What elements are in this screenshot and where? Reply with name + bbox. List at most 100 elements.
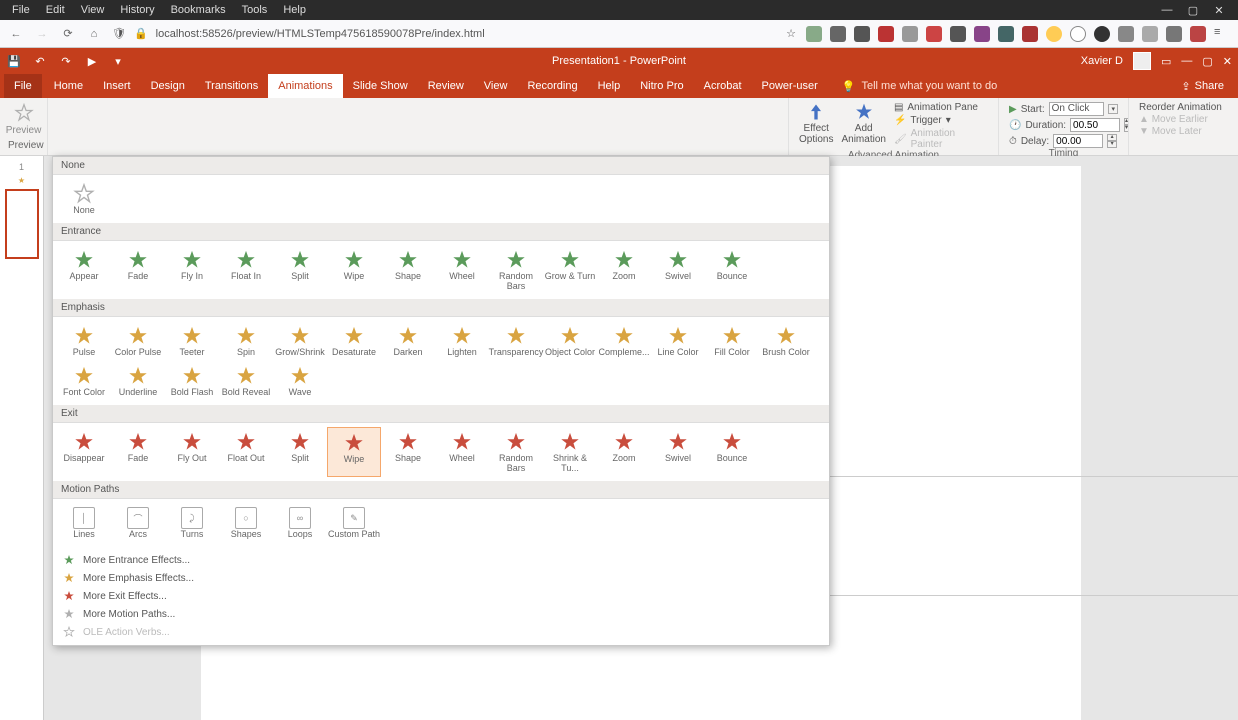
share-button[interactable]: ⇪ Share xyxy=(1167,80,1238,93)
tab-view[interactable]: View xyxy=(474,74,518,98)
ext-icon[interactable] xyxy=(974,26,990,42)
anim-emphasis-compleme-[interactable]: Compleme... xyxy=(597,321,651,361)
delay-input[interactable] xyxy=(1053,134,1103,148)
tab-acrobat[interactable]: Acrobat xyxy=(694,74,752,98)
anim-emphasis-grow-shrink[interactable]: Grow/Shrink xyxy=(273,321,327,361)
anim-motion-shapes[interactable]: ○Shapes xyxy=(219,503,273,543)
ribbon-display-icon[interactable]: ▭ xyxy=(1161,55,1171,68)
anim-exit-random-bars[interactable]: Random Bars xyxy=(489,427,543,477)
anim-entrance-shape[interactable]: Shape xyxy=(381,245,435,295)
tab-design[interactable]: Design xyxy=(141,74,195,98)
tab-file[interactable]: File xyxy=(4,74,42,98)
anim-motion-custom-path[interactable]: ✎Custom Path xyxy=(327,503,381,543)
anim-emphasis-darken[interactable]: Darken xyxy=(381,321,435,361)
move-later-button[interactable]: ▼ Move Later xyxy=(1139,126,1228,137)
anim-entrance-zoom[interactable]: Zoom xyxy=(597,245,651,295)
pp-maximize-icon[interactable]: ▢ xyxy=(1202,55,1212,68)
anim-none-none[interactable]: None xyxy=(57,179,111,219)
pp-close-icon[interactable]: ✕ xyxy=(1223,55,1232,68)
anim-emphasis-font-color[interactable]: Font Color xyxy=(57,361,111,401)
anim-exit-shape[interactable]: Shape xyxy=(381,427,435,477)
anim-exit-fly-out[interactable]: Fly Out xyxy=(165,427,219,477)
window-minimize-icon[interactable]: — xyxy=(1160,4,1174,17)
lock-icon[interactable]: 🔒 xyxy=(134,27,148,40)
tab-home[interactable]: Home xyxy=(44,74,93,98)
slide-thumbnail[interactable] xyxy=(5,189,39,259)
more-entrance-effects[interactable]: More Entrance Effects... xyxy=(53,551,829,569)
anim-exit-wipe[interactable]: Wipe xyxy=(327,427,381,477)
reload-icon[interactable]: ⟳ xyxy=(60,26,76,42)
slideshow-icon[interactable]: ▶ xyxy=(84,53,100,69)
redo-icon[interactable]: ↷ xyxy=(58,53,74,69)
anim-motion-lines[interactable]: │Lines xyxy=(57,503,111,543)
pp-minimize-icon[interactable]: — xyxy=(1181,55,1192,67)
forward-icon[interactable]: → xyxy=(34,26,50,42)
user-name[interactable]: Xavier D xyxy=(1081,55,1123,67)
ext-icon[interactable] xyxy=(854,26,870,42)
anim-emphasis-brush-color[interactable]: Brush Color xyxy=(759,321,813,361)
add-animation-button[interactable]: Add Animation xyxy=(841,102,885,145)
shield-icon[interactable]: 🛡 xyxy=(112,27,126,40)
bookmark-star-icon[interactable]: ☆ xyxy=(786,27,796,40)
anim-entrance-float-in[interactable]: Float In xyxy=(219,245,273,295)
anim-exit-float-out[interactable]: Float Out xyxy=(219,427,273,477)
anim-exit-zoom[interactable]: Zoom xyxy=(597,427,651,477)
hamburger-icon[interactable]: ≡ xyxy=(1214,26,1230,42)
anim-emphasis-wave[interactable]: Wave xyxy=(273,361,327,401)
anim-exit-fade[interactable]: Fade xyxy=(111,427,165,477)
anim-exit-swivel[interactable]: Swivel xyxy=(651,427,705,477)
ext-icon[interactable] xyxy=(1046,26,1062,42)
ext-icon[interactable] xyxy=(1142,26,1158,42)
anim-motion-arcs[interactable]: ⌒Arcs xyxy=(111,503,165,543)
anim-emphasis-transparency[interactable]: Transparency xyxy=(489,321,543,361)
anim-exit-disappear[interactable]: Disappear xyxy=(57,427,111,477)
qat-more-icon[interactable]: ▾ xyxy=(110,53,126,69)
more-motion-paths[interactable]: More Motion Paths... xyxy=(53,605,829,623)
anim-entrance-grow-turn[interactable]: Grow & Turn xyxy=(543,245,597,295)
duration-input[interactable] xyxy=(1070,118,1120,132)
ext-icon[interactable] xyxy=(1118,26,1134,42)
anim-emphasis-desaturate[interactable]: Desaturate xyxy=(327,321,381,361)
ext-icon[interactable] xyxy=(1166,26,1182,42)
chevron-down-icon[interactable]: ▾ xyxy=(1108,104,1118,114)
anim-entrance-appear[interactable]: Appear xyxy=(57,245,111,295)
window-maximize-icon[interactable]: ▢ xyxy=(1186,4,1200,17)
animation-pane-button[interactable]: ▤Animation Pane xyxy=(894,102,988,113)
anim-emphasis-fill-color[interactable]: Fill Color xyxy=(705,321,759,361)
anim-emphasis-teeter[interactable]: Teeter xyxy=(165,321,219,361)
tab-recording[interactable]: Recording xyxy=(517,74,587,98)
ext-icon[interactable] xyxy=(830,26,846,42)
more-emphasis-effects[interactable]: More Emphasis Effects... xyxy=(53,569,829,587)
back-icon[interactable]: ← xyxy=(8,26,24,42)
animation-painter-button[interactable]: 🖌Animation Painter xyxy=(894,128,988,150)
ext-icon[interactable] xyxy=(1094,26,1110,42)
anim-motion-loops[interactable]: ∞Loops xyxy=(273,503,327,543)
ext-icon[interactable] xyxy=(1070,26,1086,42)
trigger-button[interactable]: ⚡Trigger▾ xyxy=(894,115,988,126)
anim-emphasis-underline[interactable]: Underline xyxy=(111,361,165,401)
tab-slideshow[interactable]: Slide Show xyxy=(343,74,418,98)
anim-entrance-fade[interactable]: Fade xyxy=(111,245,165,295)
ext-icon[interactable] xyxy=(1022,26,1038,42)
anim-exit-bounce[interactable]: Bounce xyxy=(705,427,759,477)
move-earlier-button[interactable]: ▲ Move Earlier xyxy=(1139,114,1228,125)
anim-entrance-swivel[interactable]: Swivel xyxy=(651,245,705,295)
anim-entrance-random-bars[interactable]: Random Bars xyxy=(489,245,543,295)
undo-icon[interactable]: ↶ xyxy=(32,53,48,69)
user-avatar-icon[interactable] xyxy=(1133,52,1151,70)
start-select[interactable]: On Click xyxy=(1049,102,1105,116)
preview-button[interactable]: Preview xyxy=(8,99,39,140)
window-close-icon[interactable]: ✕ xyxy=(1212,4,1226,17)
save-icon[interactable]: 💾 xyxy=(6,53,22,69)
tell-me-search[interactable]: 💡 Tell me what you want to do xyxy=(828,80,997,93)
menu-history[interactable]: History xyxy=(112,4,162,16)
ext-icon[interactable] xyxy=(902,26,918,42)
anim-entrance-wheel[interactable]: Wheel xyxy=(435,245,489,295)
tab-animations[interactable]: Animations xyxy=(268,74,342,98)
ext-icon[interactable] xyxy=(950,26,966,42)
anim-emphasis-bold-reveal[interactable]: Bold Reveal xyxy=(219,361,273,401)
home-icon[interactable]: ⌂ xyxy=(86,26,102,42)
anim-entrance-split[interactable]: Split xyxy=(273,245,327,295)
delay-spinner[interactable]: ▴▾ xyxy=(1107,134,1117,148)
anim-emphasis-color-pulse[interactable]: Color Pulse xyxy=(111,321,165,361)
